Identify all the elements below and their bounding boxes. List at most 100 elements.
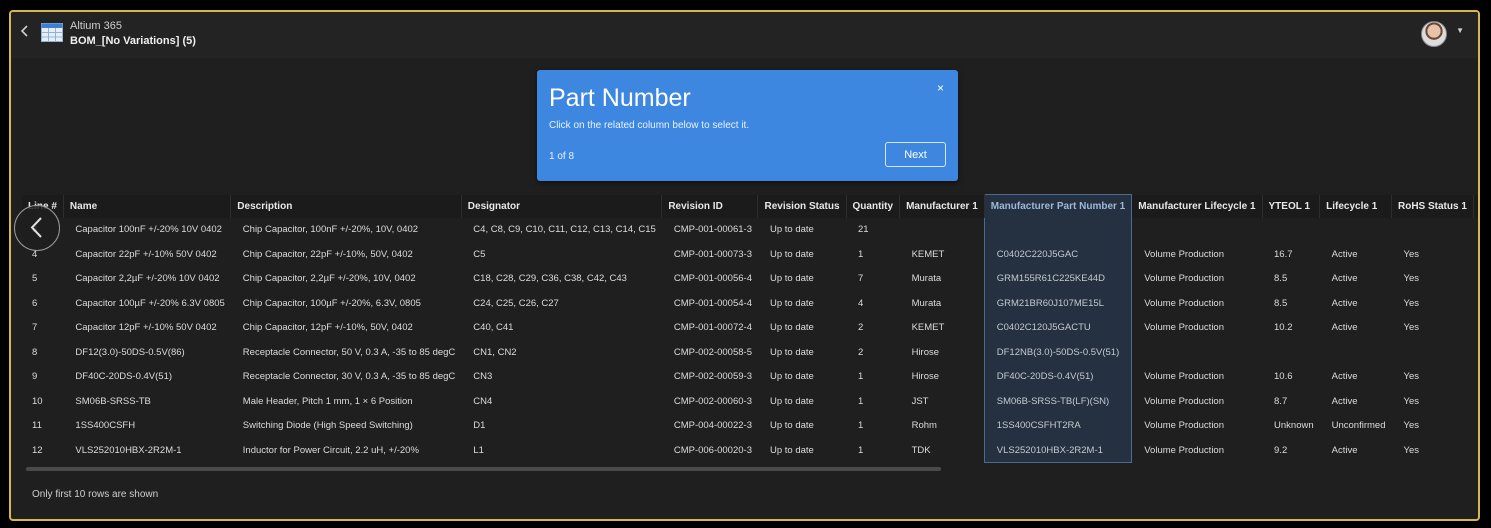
table-cell: Hirose <box>911 371 940 383</box>
table-cell: CMP-004-00022-3 <box>673 420 752 432</box>
column-header[interactable]: Supplier 1 <box>1473 194 1478 218</box>
table-cell: Yes <box>1403 297 1419 309</box>
table-cell: Chip Capacitor, 2,2µF +/-20%, 10V, 0402 <box>242 273 416 285</box>
table-cell: Volume Production <box>1144 420 1224 432</box>
column-header[interactable]: Manufacturer 1 <box>899 194 985 218</box>
table-cell[interactable]: DF40C-20DS-0.4V(51) <box>983 364 1133 389</box>
column-header[interactable]: RoHS Status 1 <box>1391 194 1474 218</box>
table-cell: Chip Capacitor, 100µF +/-20%, 6.3V, 0805 <box>242 297 421 309</box>
table-cell: Capacitor 100nF +/-20% 10V 0402 <box>75 224 222 236</box>
column-header[interactable]: Lifecycle 1 <box>1319 194 1392 218</box>
table-cell: Up to date <box>769 346 814 358</box>
table-row: 6 Capacitor 100µF +/-20% 6.3V 0805 Chip Ca… <box>22 291 1478 316</box>
popup-description: Click on the related column below to sel… <box>549 120 750 131</box>
table-cell: 1 <box>858 444 864 456</box>
rows-shown-note: Only first 10 rows are shown <box>32 489 159 500</box>
table-cell: C18, C28, C29, C36, C38, C42, C43 <box>473 273 627 285</box>
table-cell <box>1262 218 1320 243</box>
table-cell: Active <box>1331 371 1358 383</box>
table-cell: 2 <box>858 322 864 334</box>
table-cell <box>1391 340 1473 365</box>
table-cell: CMP-002-00058-5 <box>673 346 752 358</box>
table-cell: Capacitor 2,2µF +/-20% 10V 0402 <box>75 273 220 285</box>
table-cell: Unknown <box>1274 420 1314 432</box>
table-cell: 7 <box>858 273 864 285</box>
table-cell[interactable]: C0402C120J5GACTU <box>983 315 1133 340</box>
table-icon <box>41 23 63 42</box>
table-cell[interactable]: DF12NB(3.0)-50DS-0.5V(51) <box>983 340 1133 365</box>
column-header[interactable]: Designator <box>461 194 663 218</box>
table-cell: KEMET <box>911 322 945 334</box>
table-row: 9 DF40C-20DS-0.4V(51) Receptacle Connector… <box>22 364 1478 389</box>
table-cell: Active <box>1331 322 1358 334</box>
table-cell: Volume Production <box>1144 395 1224 407</box>
table-cell: Yes <box>1403 395 1419 407</box>
close-icon[interactable]: × <box>937 81 944 95</box>
table-cell[interactable]: GRM155R61C225KE44D <box>983 266 1133 291</box>
table-cell: 5 <box>32 273 38 285</box>
table-cell: Up to date <box>769 273 814 285</box>
avatar[interactable] <box>1421 21 1447 47</box>
table-row: 11 1SS400CSFH Switching Diode (High Speed … <box>22 413 1478 438</box>
table-cell[interactable]: SM06B-SRSS-TB(LF)(SN) <box>983 389 1133 414</box>
column-header[interactable]: Quantity <box>846 194 901 218</box>
table-cell <box>1132 218 1262 243</box>
table-cell: 1 <box>858 248 864 260</box>
table-cell: Up to date <box>769 322 814 334</box>
table-cell: 1 <box>858 371 864 383</box>
table-cell: TDK <box>911 444 931 456</box>
table-cell: 2 <box>858 346 864 358</box>
next-button[interactable]: Next <box>885 142 946 167</box>
table-cell: Capacitor 100µF +/-20% 6.3V 0805 <box>75 297 225 309</box>
table-cell: C4, C8, C9, C10, C11, C12, C13, C14, C15 <box>473 224 656 236</box>
table-cell: KEMET <box>911 248 945 260</box>
chevron-left-icon <box>20 25 28 37</box>
column-header[interactable]: Manufacturer Part Number 1 <box>983 194 1133 218</box>
back-button[interactable] <box>17 24 33 44</box>
table-cell: CMP-001-00054-4 <box>673 297 752 309</box>
table-cell: Active <box>1331 273 1358 285</box>
table-cell[interactable]: VLS252010HBX-2R2M-1 <box>983 438 1133 463</box>
table-cell <box>1262 340 1320 365</box>
table-cell: Capacitor 12pF +/-10% 50V 0402 <box>75 322 217 334</box>
caret-down-icon[interactable]: ▼ <box>1456 26 1464 35</box>
table-cell: Newark <box>1473 340 1478 365</box>
scroll-left-button[interactable] <box>14 205 60 251</box>
table-cell: CMP-001-00072-4 <box>673 322 752 334</box>
table-cell: C5 <box>473 248 486 260</box>
table-cell: 10.6 <box>1274 371 1293 383</box>
column-header[interactable]: Revision Status <box>757 194 847 218</box>
table-cell: Male Header, Pitch 1 mm, 1 × 6 Position <box>242 395 413 407</box>
table-cell: Unconfirmed <box>1331 420 1386 432</box>
table-cell[interactable]: C0402C220J5GAC <box>983 242 1133 267</box>
table-cell: 4 <box>858 297 864 309</box>
horizontal-scrollbar[interactable] <box>26 467 941 471</box>
table-cell <box>900 218 985 243</box>
column-header[interactable]: YTEOL 1 <box>1262 194 1321 218</box>
table-cell: 12 <box>32 444 43 456</box>
table-cell: C40, C41 <box>473 322 514 334</box>
column-header[interactable]: Manufacturer Lifecycle 1 <box>1131 194 1263 218</box>
table-cell: Up to date <box>769 444 814 456</box>
column-header[interactable]: Name <box>63 194 232 218</box>
table-cell: Up to date <box>769 371 814 383</box>
table-row: 7 Capacitor 12pF +/-10% 50V 0402 Chip Capa… <box>22 315 1478 340</box>
table-cell: D1 <box>473 420 486 432</box>
table-cell: Active <box>1331 248 1358 260</box>
table-cell: Chip Capacitor, 100nF +/-20%, 10V, 0402 <box>242 224 419 236</box>
column-header[interactable]: Description <box>230 194 462 218</box>
chevron-left-circle-icon <box>30 217 42 238</box>
table-cell: Volume Production <box>1144 248 1224 260</box>
document-name: BOM_[No Variations] (5) <box>70 35 196 47</box>
table-cell[interactable] <box>983 217 1133 242</box>
table-cell[interactable]: GRM21BR60J107ME15L <box>983 291 1133 316</box>
table-cell: CMP-001-00061-3 <box>673 224 752 236</box>
table-cell: Inductor for Power Circuit, 2.2 uH, +/-2… <box>242 444 419 456</box>
table-cell: 9.2 <box>1274 444 1288 456</box>
table-cell: SM06B-SRSS-TB <box>75 395 151 407</box>
table-cell[interactable]: 1SS400CSFHT2RA <box>983 413 1133 438</box>
table-cell: CMP-001-00073-3 <box>673 248 752 260</box>
table-cell: Arrow Ele <box>1473 267 1478 292</box>
column-header[interactable]: Revision ID <box>661 194 759 218</box>
table-cell: 8.7 <box>1274 395 1288 407</box>
